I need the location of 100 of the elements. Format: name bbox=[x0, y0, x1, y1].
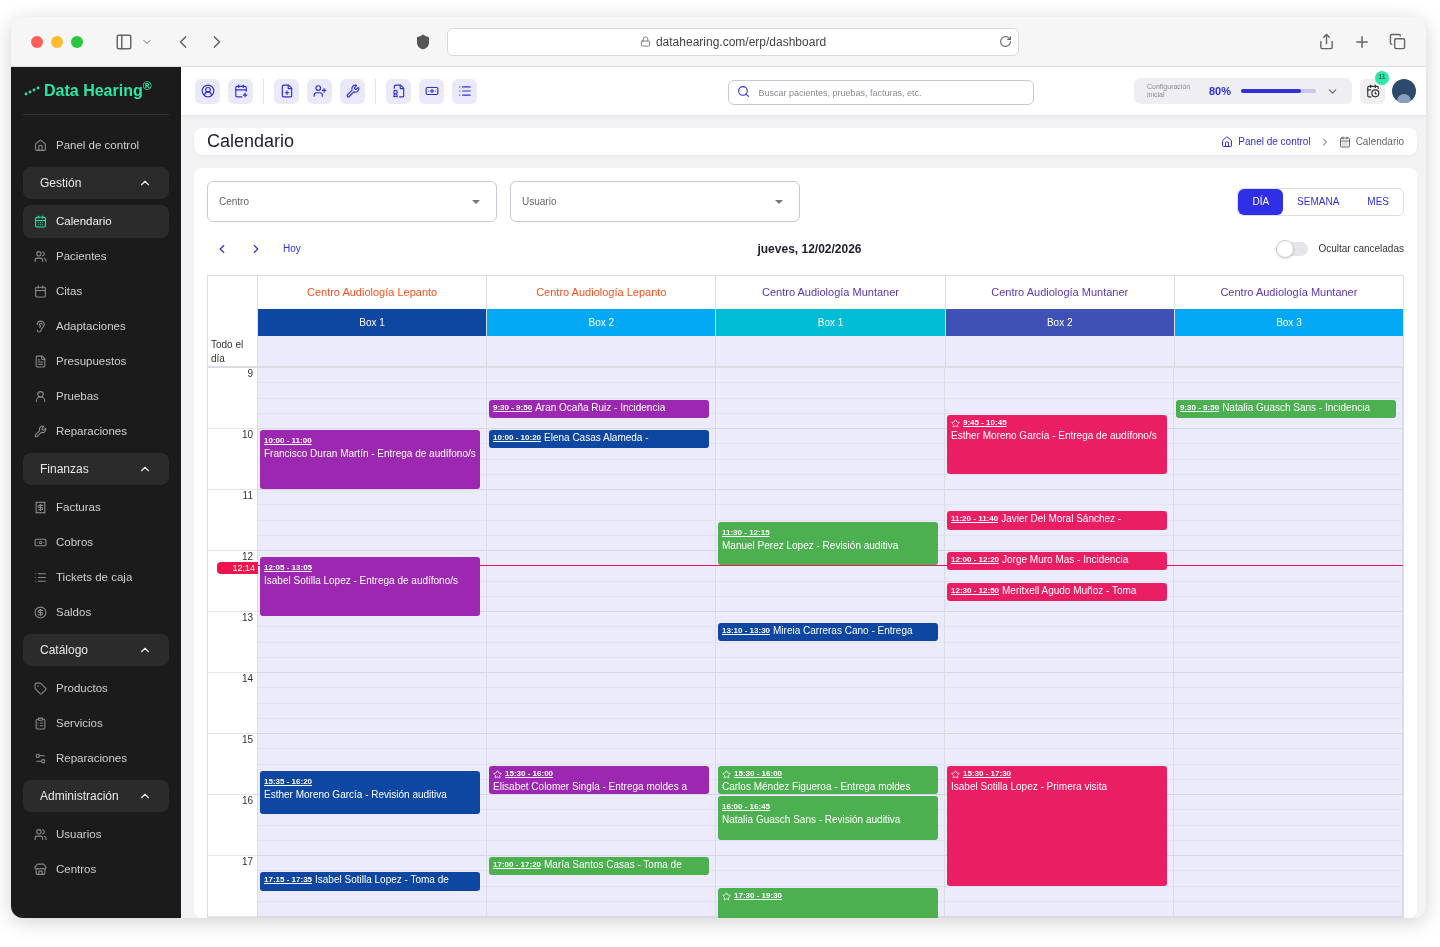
event-card[interactable]: 15:30 - 17:30 Isabel Sotilla Lopez - Primera visita bbox=[947, 765, 1167, 886]
event-title: Isabel Sotilla Lopez - Primera visita bbox=[951, 781, 1109, 793]
menu-item-icon bbox=[34, 139, 47, 152]
home-icon bbox=[1221, 135, 1234, 148]
toolbar-icon bbox=[345, 84, 360, 98]
event-time: 12:30 - 12:50 bbox=[951, 584, 1000, 597]
all-day-cell[interactable] bbox=[716, 336, 946, 366]
event-card[interactable]: 9:30 - 9:50 Aran Ocaña Ruiz - Incidencia bbox=[489, 399, 709, 418]
day-column[interactable] bbox=[716, 368, 945, 917]
toolbar-button[interactable] bbox=[452, 78, 477, 104]
event-title: Isabel Sotilla Lopez - Entrega de audífono/s bbox=[264, 575, 460, 588]
sidebar-item[interactable]: Panel de control bbox=[23, 129, 169, 162]
sidebar-item[interactable]: Centros bbox=[23, 853, 169, 886]
event-card[interactable]: 17:15 - 17:35 Isabel Sotilla Lopez - Toma de bbox=[260, 872, 480, 891]
calendar-icon bbox=[1338, 135, 1351, 148]
sidebar-section-header[interactable]: Administración bbox=[23, 780, 169, 812]
all-day-cell[interactable] bbox=[1174, 336, 1403, 366]
event-time: 12:05 - 13:05 bbox=[264, 562, 313, 575]
address-bar[interactable]: datahearing.com/erp/dashboard bbox=[447, 27, 1019, 56]
event-card[interactable]: 10:00 - 11:00 Francisco Duran Martín - Entrega de audífono/s bbox=[260, 430, 480, 489]
view-tab[interactable]: MES bbox=[1353, 188, 1403, 215]
all-day-cell[interactable] bbox=[945, 336, 1175, 366]
sidebar-item[interactable]: Reparaciones bbox=[23, 742, 169, 775]
close-window-icon[interactable] bbox=[31, 35, 43, 48]
menu-item-icon bbox=[34, 571, 47, 584]
toolbar-button[interactable] bbox=[228, 78, 253, 104]
menu-item-icon bbox=[34, 501, 47, 514]
sidebar-toggle-icon[interactable] bbox=[115, 32, 133, 51]
sidebar-item[interactable]: Citas bbox=[23, 275, 169, 308]
hour-label: 10 bbox=[241, 430, 253, 440]
sidebar-item[interactable]: Calendario bbox=[23, 205, 169, 238]
sidebar-item[interactable]: Pacientes bbox=[23, 240, 169, 273]
sidebar-item[interactable]: Facturas bbox=[23, 491, 169, 524]
day-column[interactable] bbox=[945, 368, 1174, 917]
event-card[interactable]: 12:05 - 13:05 Isabel Sotilla Lopez - Entrega de audífono/s bbox=[260, 557, 480, 617]
event-time: 10:00 - 11:00 bbox=[264, 435, 312, 447]
calendar-notification-button[interactable] bbox=[1360, 78, 1385, 104]
center-name: Centro Audiología Lepanto bbox=[306, 285, 438, 301]
sidebar-section-header[interactable]: Gestión bbox=[23, 167, 169, 199]
sidebar-item[interactable]: Tickets de caja bbox=[23, 561, 169, 594]
toggle-switch[interactable] bbox=[1276, 241, 1309, 256]
sidebar-item[interactable]: Presupuestos bbox=[23, 345, 169, 378]
event-card[interactable]: 12:30 - 12:50 Meritxell Agudo Muñoz - Toma bbox=[947, 582, 1167, 601]
sidebar-item[interactable]: Pruebas bbox=[23, 380, 169, 413]
sidebar-section-header[interactable]: Catálogo bbox=[23, 634, 169, 666]
event-time: 9:45 - 10:45 bbox=[963, 417, 1007, 430]
menu-item-icon bbox=[34, 606, 47, 619]
view-tab[interactable]: SEMANA bbox=[1283, 188, 1354, 215]
event-title: Carlos Méndez Figueroa - Entrega moldes bbox=[722, 781, 912, 793]
day-column[interactable] bbox=[258, 368, 487, 917]
shield-icon[interactable] bbox=[415, 33, 431, 50]
event-card[interactable]: 13:10 - 13:30 Mireia Carreras Cano - Entrega bbox=[718, 623, 938, 642]
event-card[interactable]: 9:45 - 10:45 Esther Moreno García - Entrega de audífono/s bbox=[947, 414, 1167, 474]
select-field[interactable]: Usuario bbox=[510, 181, 800, 222]
event-title: Natalia Guasch Sans - Incidencia bbox=[1222, 401, 1370, 414]
event-card[interactable]: 10:00 - 10:20 Elena Casas Alameda - bbox=[489, 430, 709, 449]
hour-label: 17 bbox=[241, 857, 253, 867]
hour-label: 9 bbox=[247, 369, 253, 379]
event-card[interactable]: 12:00 - 12:20 Jorge Muro Mas - Incidencia bbox=[947, 552, 1167, 571]
sidebar-item[interactable]: Saldos bbox=[23, 596, 169, 629]
toolbar-button[interactable] bbox=[195, 78, 220, 104]
share-icon[interactable] bbox=[1318, 33, 1335, 50]
toolbar-icon bbox=[312, 84, 327, 98]
day-column[interactable]: 9:30 - 9:50 Aran Ocaña Ruiz - Incidencia 10:00 - 10:20 Elena Casas Alameda - 15:30 - 16:00 Elisabet Colomer Singla - Entrega moldes a 17:00 - 17:20 María Santos Casas - Toma de bbox=[487, 368, 716, 917]
toolbar-button[interactable] bbox=[274, 78, 299, 104]
sidebar-item[interactable]: Productos bbox=[23, 672, 169, 705]
sidebar-item[interactable]: Servicios bbox=[23, 707, 169, 740]
search-field[interactable]: Buscar pacientes, pruebas, facturas, etc. bbox=[727, 80, 1034, 105]
event-card[interactable]: 15:30 - 16:00 Elisabet Colomer Singla - Entrega moldes a bbox=[489, 765, 709, 794]
toolbar-button[interactable] bbox=[340, 78, 365, 104]
toolbar-button[interactable] bbox=[307, 78, 332, 104]
breadcrumb-link[interactable]: Panel de control bbox=[1221, 134, 1311, 149]
sidebar-item[interactable]: Reparaciones bbox=[23, 415, 169, 448]
toolbar-icon bbox=[391, 84, 406, 98]
view-tab[interactable]: DÍA bbox=[1238, 188, 1284, 215]
event-card[interactable]: 11:20 - 11:40 Javier Del Moral Sánchez - bbox=[947, 511, 1167, 530]
event-card[interactable]: 15:35 - 16:20 Esther Moreno García - Revisión auditiva bbox=[260, 770, 480, 815]
all-day-cell[interactable] bbox=[487, 336, 717, 366]
sidebar-item[interactable]: Usuarios bbox=[23, 818, 169, 851]
event-time: 15:30 - 16:00 bbox=[505, 768, 554, 780]
sidebar-item[interactable]: Cobros bbox=[23, 526, 169, 559]
toolbar-icon bbox=[279, 84, 294, 98]
select-field[interactable]: Centro bbox=[207, 181, 497, 222]
breadcrumb-link[interactable]: Calendario bbox=[1338, 134, 1404, 149]
menu-item-icon bbox=[34, 355, 47, 368]
star-icon bbox=[951, 418, 960, 428]
hour-label: 14 bbox=[241, 674, 253, 684]
tabs-overview-icon[interactable] bbox=[1389, 33, 1406, 50]
avatar[interactable] bbox=[1392, 79, 1416, 103]
sidebar-section-header[interactable]: Finanzas bbox=[23, 453, 169, 485]
toolbar-button[interactable] bbox=[386, 78, 411, 104]
toolbar-button[interactable] bbox=[419, 78, 444, 104]
star-icon bbox=[951, 769, 960, 779]
sidebar-item[interactable]: Adaptaciones bbox=[23, 310, 169, 343]
reload-icon[interactable] bbox=[999, 35, 1012, 48]
dropdown-caret-icon bbox=[472, 200, 480, 204]
today-button[interactable]: Hoy bbox=[283, 241, 301, 256]
event-title: Manuel Perez Lopez - Revisión auditiva bbox=[722, 539, 900, 552]
page-title: Calendario bbox=[207, 130, 295, 153]
all-day-cell[interactable] bbox=[258, 336, 488, 366]
